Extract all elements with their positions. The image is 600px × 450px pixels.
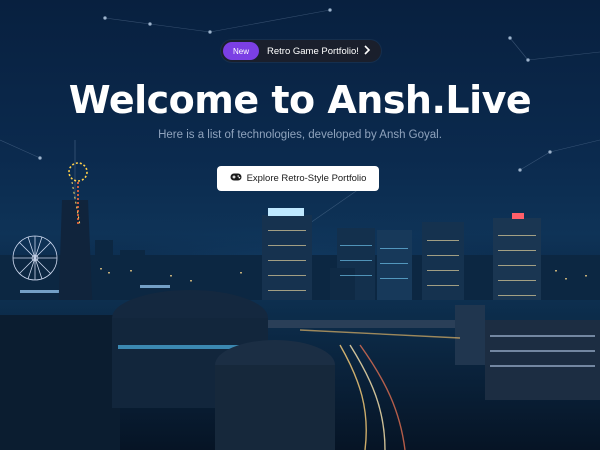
explore-portfolio-label: Explore Retro-Style Portfolio (246, 173, 367, 184)
new-badge: New (223, 42, 259, 60)
spire-tower (58, 140, 93, 320)
page-subtitle: Here is a list of technologies, develope… (158, 129, 442, 141)
gamepad-icon (230, 173, 242, 184)
announcement-text: Retro Game Portfolio! (267, 45, 359, 57)
chevron-right-icon (363, 45, 371, 57)
ferris-wheel (12, 235, 58, 281)
page-title: Welcome to Ansh.Live (68, 78, 532, 122)
explore-portfolio-button[interactable]: Explore Retro-Style Portfolio (217, 166, 379, 191)
city-night-background (0, 8, 600, 450)
hero-section: New Retro Game Portfolio! Welcome to Ans… (0, 0, 600, 450)
announcement-pill[interactable]: New Retro Game Portfolio! (221, 40, 381, 62)
